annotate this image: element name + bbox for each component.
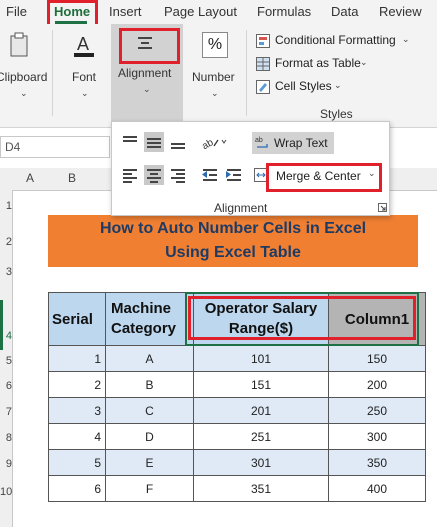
table-cell[interactable]: 1: [48, 345, 106, 372]
ribbon: Clipboard ⌄ A Font ⌄ Alignment ⌄ % Numbe…: [0, 24, 437, 128]
table-cell[interactable]: D: [105, 423, 194, 450]
table-cell[interactable]: C: [105, 397, 194, 424]
table-icon: [256, 57, 270, 71]
number-label: Number: [192, 70, 235, 84]
svg-text:A: A: [77, 34, 89, 54]
tab-data[interactable]: Data: [331, 4, 358, 19]
font-label: Font: [72, 70, 97, 84]
header-machine-category[interactable]: Machine Category: [105, 292, 194, 346]
clipboard-button[interactable]: Clipboard ⌄: [0, 28, 48, 118]
row-header[interactable]: 10: [0, 486, 12, 498]
decrease-indent-icon[interactable]: [200, 165, 220, 185]
table-cell[interactable]: 2: [48, 371, 106, 398]
chevron-down-icon: ⌄: [334, 80, 342, 90]
format-as-table-button[interactable]: Format as Table ⌄: [256, 55, 426, 75]
table-cell[interactable]: 150: [328, 345, 426, 372]
bottom-align-icon[interactable]: [168, 132, 188, 152]
conditional-formatting-icon: [256, 34, 270, 48]
chevron-down-icon: ⌄: [402, 34, 410, 44]
align-left-icon[interactable]: [120, 165, 140, 185]
orientation-icon: ab: [200, 137, 227, 152]
title-banner: How to Auto Number Cells in Excel Using …: [48, 215, 418, 267]
table-cell[interactable]: 400: [328, 475, 426, 502]
chevron-down-icon: ⌄: [143, 84, 151, 94]
paste-icon: [10, 32, 28, 57]
table-cell[interactable]: 6: [48, 475, 106, 502]
name-box[interactable]: D4: [0, 136, 110, 158]
table-cell[interactable]: 351: [193, 475, 329, 502]
tab-page-layout[interactable]: Page Layout: [164, 4, 237, 19]
alignment-dropdown-panel: ab ab Wrap Text Merge & Center ⌄ Alignme…: [111, 121, 390, 216]
chevron-down-icon: ⌄: [211, 88, 219, 98]
row-header[interactable]: 3: [0, 266, 12, 278]
chevron-down-icon: ⌄: [81, 88, 89, 98]
row-header[interactable]: 8: [0, 432, 12, 444]
align-right-icon[interactable]: [168, 165, 188, 185]
selected-row-indicator: [0, 300, 3, 350]
row-header[interactable]: 9: [0, 458, 12, 470]
font-button[interactable]: A Font ⌄: [60, 28, 110, 118]
row-header[interactable]: 1: [0, 200, 12, 212]
alignment-panel-label: Alignment: [214, 201, 268, 215]
chevron-down-icon: ⌄: [360, 57, 368, 67]
chevron-down-icon: ⌄: [20, 88, 28, 98]
table-cell[interactable]: A: [105, 345, 194, 372]
table-cell[interactable]: 5: [48, 449, 106, 476]
wrap-text-button[interactable]: ab Wrap Text: [252, 132, 334, 154]
row-header[interactable]: 5: [0, 355, 12, 367]
table-cell[interactable]: 251: [193, 423, 329, 450]
row-header-bar: 1 2 3 4 5 6 7 8 9 10: [0, 190, 13, 527]
wrap-text-icon: ab: [255, 137, 268, 148]
middle-align-icon[interactable]: [144, 132, 164, 152]
table-cell[interactable]: 3: [48, 397, 106, 424]
alignment-highlight: [119, 28, 180, 64]
svg-text:ab: ab: [200, 137, 216, 152]
tab-formulas[interactable]: Formulas: [257, 4, 311, 19]
tab-review[interactable]: Review: [379, 4, 422, 19]
cell-styles-button[interactable]: Cell Styles ⌄: [256, 78, 426, 98]
column-header-b[interactable]: B: [62, 171, 82, 185]
orientation-button[interactable]: ab: [200, 132, 230, 152]
tab-insert[interactable]: Insert: [109, 4, 142, 19]
increase-indent-icon[interactable]: [224, 165, 244, 185]
alignment-label: Alignment: [118, 66, 172, 80]
column-header-a[interactable]: A: [20, 171, 40, 185]
table-cell[interactable]: 200: [328, 371, 426, 398]
cell-styles-icon: [256, 80, 270, 94]
styles-group-label: Styles: [320, 107, 353, 121]
top-align-icon[interactable]: [120, 132, 140, 152]
table-cell[interactable]: 151: [193, 371, 329, 398]
table-cell[interactable]: 350: [328, 449, 426, 476]
table-cell[interactable]: 4: [48, 423, 106, 450]
percent-icon: %: [202, 32, 228, 58]
merge-center-highlight: [266, 163, 382, 192]
table-cell[interactable]: 301: [193, 449, 329, 476]
clipboard-label: Clipboard: [0, 70, 48, 84]
font-color-icon: A: [74, 34, 94, 57]
table-cell[interactable]: B: [105, 371, 194, 398]
table-cell[interactable]: E: [105, 449, 194, 476]
row-header[interactable]: 2: [0, 236, 12, 248]
tab-file[interactable]: File: [6, 4, 27, 19]
table-cell[interactable]: 201: [193, 397, 329, 424]
table-cell[interactable]: 250: [328, 397, 426, 424]
header-highlight: [188, 296, 416, 340]
svg-text:ab: ab: [255, 137, 263, 144]
row-header[interactable]: 7: [0, 406, 12, 418]
align-center-icon[interactable]: [144, 165, 164, 185]
conditional-formatting-button[interactable]: Conditional Formatting ⌄: [256, 32, 426, 52]
table-cell[interactable]: F: [105, 475, 194, 502]
row-header[interactable]: 6: [0, 380, 12, 392]
table-cell[interactable]: 300: [328, 423, 426, 450]
title-text: How to Auto Number Cells in Excel Using …: [99, 220, 367, 261]
table-cell[interactable]: 101: [193, 345, 329, 372]
header-serial[interactable]: Serial: [48, 292, 106, 346]
number-button[interactable]: % Number ⌄: [188, 28, 242, 118]
dialog-launcher-icon[interactable]: [378, 203, 387, 212]
